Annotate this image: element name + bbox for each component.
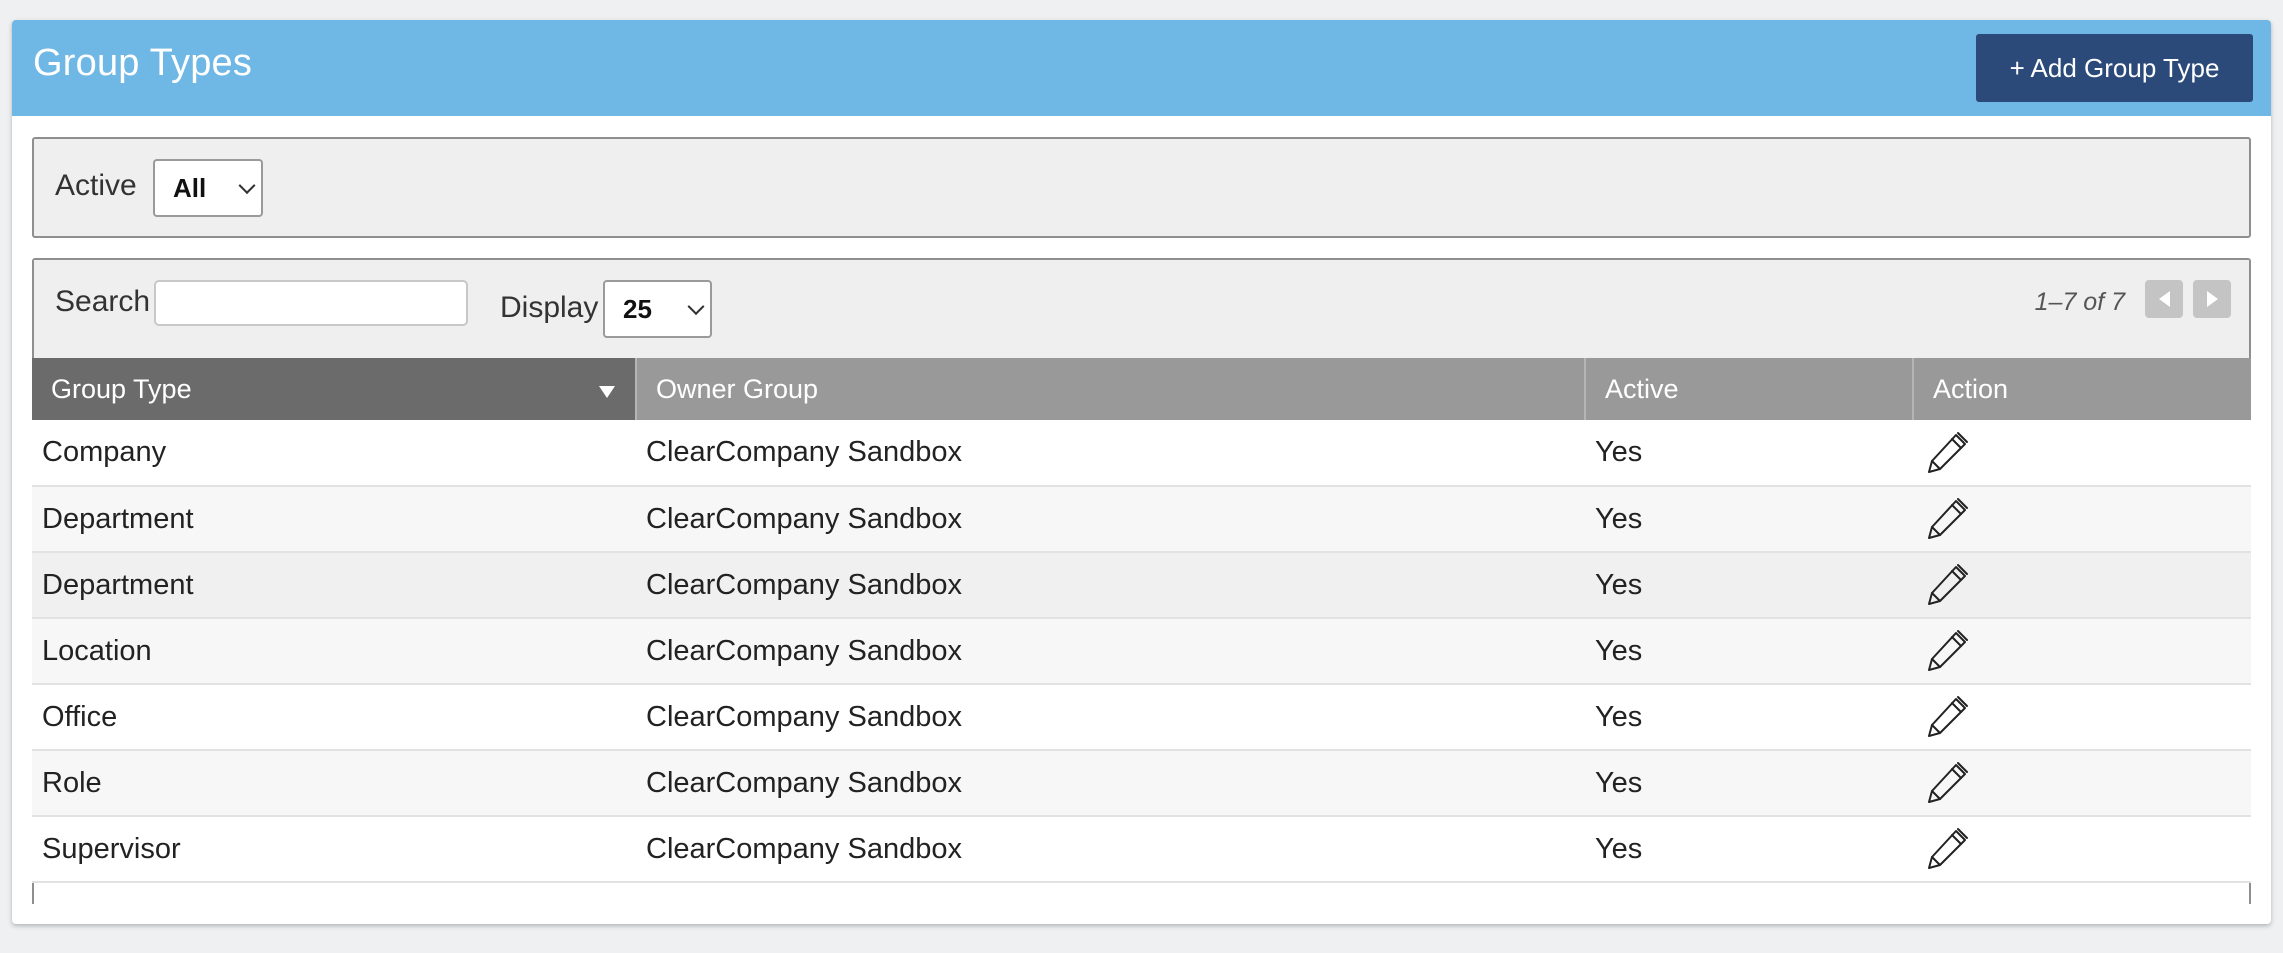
cell-group-type: Supervisor bbox=[32, 816, 636, 883]
cell-owner-group: ClearCompany Sandbox bbox=[636, 816, 1585, 883]
cell-group-type: Company bbox=[32, 420, 636, 487]
table-row: Supervisor ClearCompany Sandbox Yes bbox=[32, 816, 2251, 883]
table-row: Location ClearCompany Sandbox Yes bbox=[32, 618, 2251, 685]
table-row: Role ClearCompany Sandbox Yes bbox=[32, 750, 2251, 817]
cell-active: Yes bbox=[1585, 420, 1913, 487]
owner-group-text: ClearCompany Sandbox bbox=[646, 436, 962, 468]
group-type-text: Department bbox=[42, 502, 194, 535]
add-group-type-button[interactable]: + Add Group Type bbox=[1976, 34, 2253, 102]
cell-group-type: Role bbox=[32, 750, 636, 817]
group-type-text: Location bbox=[42, 634, 152, 667]
group-type-text: Department bbox=[42, 568, 194, 601]
pencil-icon[interactable] bbox=[1923, 561, 1971, 609]
cell-group-type: Office bbox=[32, 684, 636, 751]
column-header-label: Action bbox=[1933, 373, 2009, 404]
panel-header: Group Types + Add Group Type bbox=[12, 20, 2271, 116]
active-status-text: Yes bbox=[1595, 568, 1643, 601]
triangle-left-icon bbox=[2158, 291, 2170, 307]
cell-group-type: Location bbox=[32, 618, 636, 685]
cell-owner-group: ClearCompany Sandbox bbox=[636, 420, 1585, 487]
table-row: Department ClearCompany Sandbox Yes bbox=[32, 486, 2251, 553]
table-body: Company ClearCompany Sandbox Yes Departm… bbox=[32, 420, 2251, 883]
cell-active: Yes bbox=[1585, 684, 1913, 751]
group-type-text: Role bbox=[42, 766, 102, 799]
cell-active: Yes bbox=[1585, 618, 1913, 685]
group-types-table: Group Type Owner Group Active Action Com… bbox=[32, 358, 2251, 883]
pager-range: 1–7 of 7 bbox=[2034, 288, 2125, 316]
cell-action bbox=[1913, 816, 2251, 883]
column-header-action: Action bbox=[1913, 358, 2251, 420]
display-label: Display bbox=[500, 291, 599, 324]
active-status-text: Yes bbox=[1595, 502, 1643, 535]
cell-owner-group: ClearCompany Sandbox bbox=[636, 684, 1585, 751]
cell-owner-group: ClearCompany Sandbox bbox=[636, 750, 1585, 817]
owner-group-text: ClearCompany Sandbox bbox=[646, 502, 962, 535]
cell-action bbox=[1913, 486, 2251, 553]
cell-group-type: Department bbox=[32, 486, 636, 553]
table-row: Department ClearCompany Sandbox Yes bbox=[32, 552, 2251, 619]
active-status-text: Yes bbox=[1595, 634, 1643, 667]
group-type-text: Company bbox=[42, 436, 167, 468]
pencil-icon[interactable] bbox=[1923, 429, 1971, 477]
chevron-down-icon bbox=[687, 298, 705, 316]
table-toolbar: Search Display 25 1–7 of 7 bbox=[34, 260, 2249, 358]
pencil-icon[interactable] bbox=[1923, 495, 1971, 543]
owner-group-text: ClearCompany Sandbox bbox=[646, 568, 962, 601]
cell-action bbox=[1913, 618, 2251, 685]
display-count-select[interactable]: 25 bbox=[603, 280, 712, 338]
previous-page-button[interactable] bbox=[2145, 280, 2183, 318]
column-header-owner-group[interactable]: Owner Group bbox=[636, 358, 1586, 420]
active-filter-value: All bbox=[173, 172, 207, 203]
owner-group-text: ClearCompany Sandbox bbox=[646, 832, 962, 865]
active-status-text: Yes bbox=[1595, 700, 1643, 733]
cell-action bbox=[1913, 552, 2251, 619]
pencil-icon[interactable] bbox=[1923, 693, 1971, 741]
active-status-text: Yes bbox=[1595, 832, 1643, 865]
active-filter-label: Active bbox=[55, 169, 137, 202]
group-type-text: Office bbox=[42, 700, 118, 733]
column-header-label: Owner Group bbox=[656, 373, 819, 404]
pencil-icon[interactable] bbox=[1923, 825, 1971, 873]
table-panel: Search Display 25 1–7 of 7 Group Type Ow… bbox=[32, 258, 2251, 904]
cell-owner-group: ClearCompany Sandbox bbox=[636, 552, 1585, 619]
search-input[interactable] bbox=[154, 280, 468, 326]
cell-active: Yes bbox=[1585, 750, 1913, 817]
filter-bar: Active All bbox=[32, 137, 2251, 238]
cell-action bbox=[1913, 420, 2251, 487]
owner-group-text: ClearCompany Sandbox bbox=[646, 766, 962, 799]
search-label: Search bbox=[55, 285, 151, 318]
triangle-right-icon bbox=[2206, 291, 2218, 307]
cell-active: Yes bbox=[1585, 552, 1913, 619]
display-count-value: 25 bbox=[623, 293, 652, 324]
cell-active: Yes bbox=[1585, 486, 1913, 553]
column-header-group-type[interactable]: Group Type bbox=[32, 358, 637, 420]
cell-active: Yes bbox=[1585, 816, 1913, 883]
cell-owner-group: ClearCompany Sandbox bbox=[636, 618, 1585, 685]
group-types-panel: Group Types + Add Group Type Active All … bbox=[12, 20, 2271, 924]
column-header-label: Group Type bbox=[51, 373, 192, 404]
cell-group-type: Department bbox=[32, 552, 636, 619]
group-type-text: Supervisor bbox=[42, 832, 181, 865]
owner-group-text: ClearCompany Sandbox bbox=[646, 634, 962, 667]
chevron-down-icon bbox=[238, 177, 256, 195]
active-status-text: Yes bbox=[1595, 436, 1643, 468]
table-row: Company ClearCompany Sandbox Yes bbox=[32, 420, 2251, 487]
page-title: Group Types bbox=[33, 42, 253, 84]
table-row: Office ClearCompany Sandbox Yes bbox=[32, 684, 2251, 751]
cell-owner-group: ClearCompany Sandbox bbox=[636, 486, 1585, 553]
active-status-text: Yes bbox=[1595, 766, 1643, 799]
pencil-icon[interactable] bbox=[1923, 627, 1971, 675]
sort-descending-icon bbox=[599, 386, 615, 398]
owner-group-text: ClearCompany Sandbox bbox=[646, 700, 962, 733]
table-header-row: Group Type Owner Group Active Action bbox=[32, 358, 2251, 420]
column-header-label: Active bbox=[1605, 373, 1679, 404]
active-filter-select[interactable]: All bbox=[153, 159, 263, 217]
cell-action bbox=[1913, 750, 2251, 817]
pencil-icon[interactable] bbox=[1923, 759, 1971, 807]
column-header-active[interactable]: Active bbox=[1585, 358, 1914, 420]
cell-action bbox=[1913, 684, 2251, 751]
next-page-button[interactable] bbox=[2193, 280, 2231, 318]
